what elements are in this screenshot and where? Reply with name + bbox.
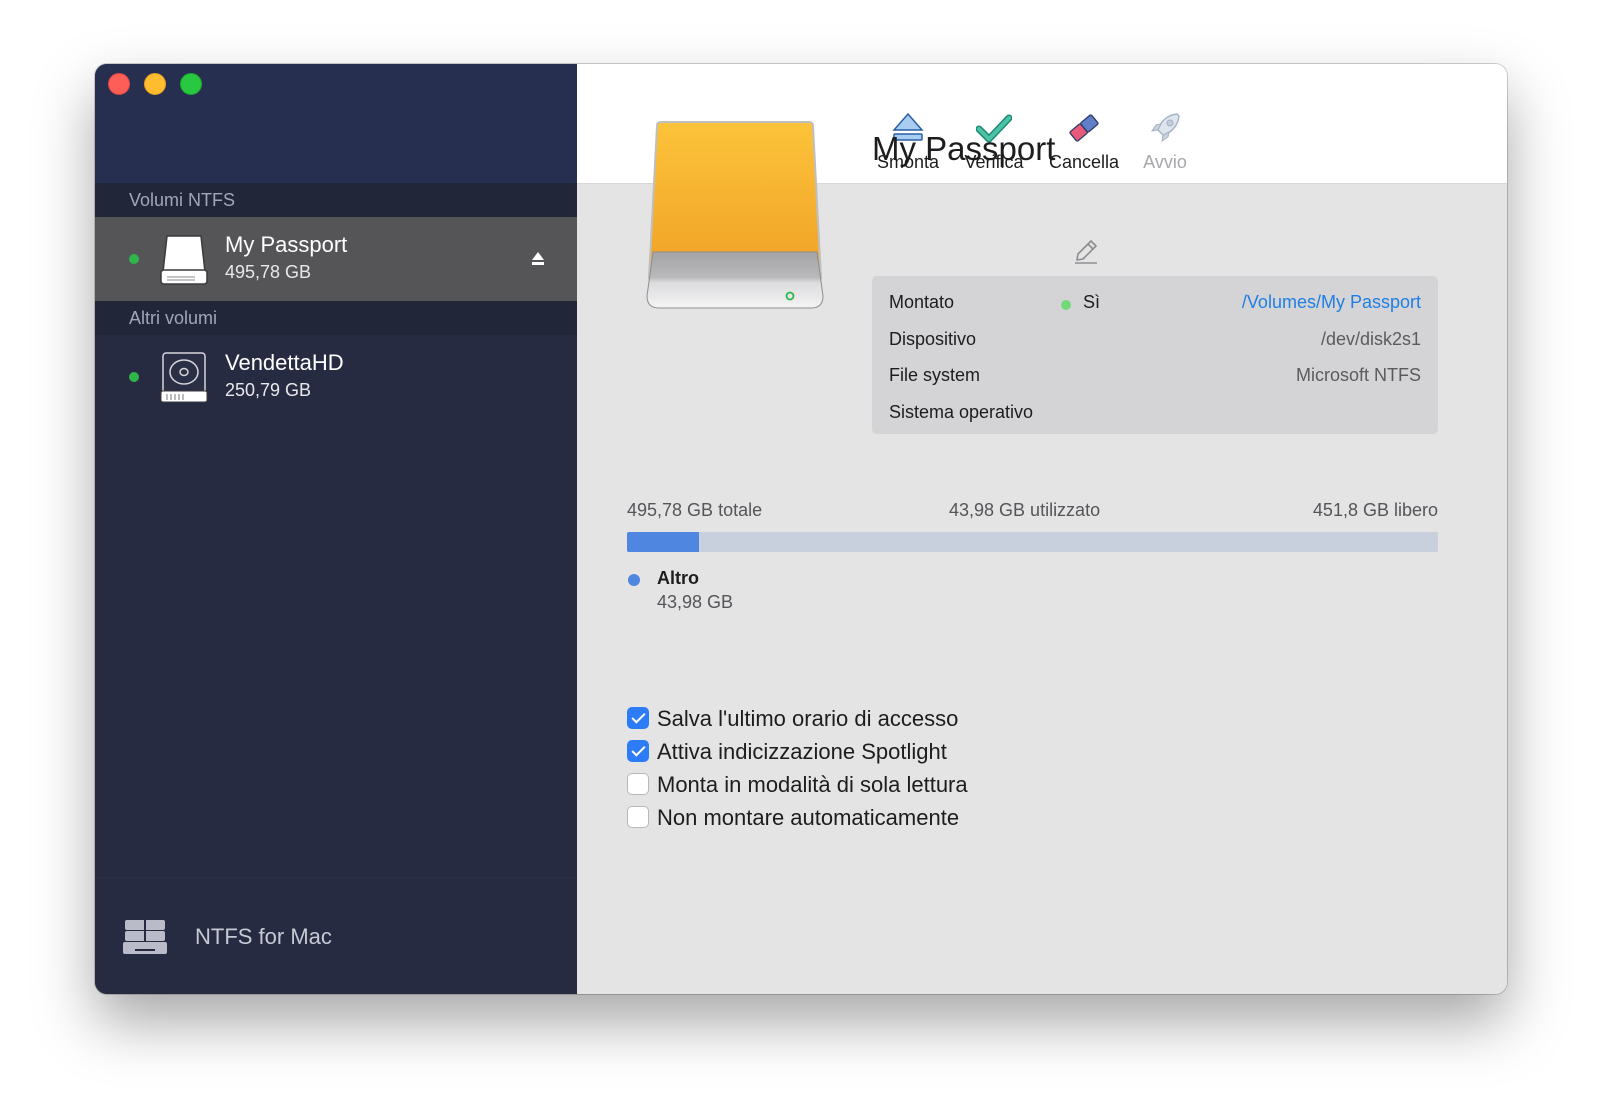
option-checkbox[interactable]	[627, 740, 649, 762]
usage-summary: 495,78 GB totale 43,98 GB utilizzato 451…	[627, 500, 1438, 524]
option-label: Salva l'ultimo orario di accesso	[657, 706, 959, 731]
sidebar-item-vendettahd[interactable]: VendettaHD 250,79 GB	[95, 335, 577, 419]
option-checkbox[interactable]	[627, 806, 649, 828]
section-header-ntfs: Volumi NTFS	[95, 183, 577, 217]
mounted-label: Montato	[889, 292, 955, 312]
sidebar-item-my-passport[interactable]: My Passport 495,78 GB	[95, 217, 577, 301]
launch-label: Avvio	[1143, 152, 1187, 172]
eraser-icon	[1069, 114, 1099, 142]
filesystem-label: File system	[889, 365, 981, 385]
info-row-device: Dispositivo /dev/disk2s1	[889, 325, 1421, 355]
app-window: Volumi NTFS My Passport 495,78 GB Altri …	[95, 64, 1507, 994]
option-label: Non montare automaticamente	[657, 805, 960, 830]
volume-text: My Passport 495,78 GB	[225, 231, 347, 285]
volume-info-panel: Montato Sì /Volumes/My Passport Disposit…	[872, 276, 1438, 434]
volume-title: My Passport	[872, 130, 1056, 167]
main-panel: Smonta Verifica Cancella Avvio My Passpo…	[577, 64, 1507, 994]
mounted-status-dot	[129, 372, 139, 382]
usage-bar-fill	[627, 532, 699, 552]
option-checkbox[interactable]	[627, 773, 649, 795]
eject-icon[interactable]	[531, 251, 545, 267]
maximize-window-button[interactable]	[180, 73, 202, 95]
volume-size: 250,79 GB	[225, 380, 312, 400]
rocket-icon	[1150, 113, 1180, 143]
mounted-status-dot	[129, 254, 139, 264]
pencil-icon[interactable]	[1071, 236, 1101, 266]
volume-size: 495,78 GB	[225, 262, 312, 282]
titlebar-sidebar	[95, 64, 577, 183]
minimize-window-button[interactable]	[144, 73, 166, 95]
volume-name: My Passport	[225, 232, 348, 257]
usage-bar	[627, 532, 1438, 552]
device-label: Dispositivo	[889, 329, 977, 349]
os-label: Sistema operativo	[889, 402, 1034, 422]
option-checkbox[interactable]	[627, 707, 649, 729]
volume-name: VendettaHD	[225, 350, 344, 375]
option-label: Monta in modalità di sola lettura	[657, 772, 968, 797]
sidebar-footer: NTFS for Mac	[95, 877, 577, 994]
mount-path-link[interactable]: /Volumes/My Passport	[1242, 292, 1421, 313]
mounted-value: Sì	[1083, 292, 1101, 312]
info-row-filesystem: File system Microsoft NTFS	[889, 361, 1421, 391]
mounted-status-dot	[1061, 300, 1071, 310]
ntfs-drives-icon	[123, 920, 167, 954]
legend-dot-other	[628, 574, 640, 586]
external-drive-illustration	[646, 121, 824, 309]
usage-used: 43,98 GB utilizzato	[949, 500, 1101, 520]
info-row-os: Sistema operativo	[889, 398, 1421, 428]
section-header-other: Altri volumi	[95, 301, 577, 335]
external-drive-icon	[160, 235, 208, 285]
option-label: Attiva indicizzazione Spotlight	[657, 739, 947, 764]
sidebar: Volumi NTFS My Passport 495,78 GB Altri …	[95, 64, 577, 994]
window-controls	[108, 73, 202, 95]
legend-value: 43,98 GB	[657, 592, 734, 612]
close-window-button[interactable]	[108, 73, 130, 95]
launch-button[interactable]: Avvio	[1120, 110, 1210, 173]
app-name: NTFS for Mac	[195, 924, 332, 949]
usage-total: 495,78 GB totale	[627, 500, 763, 520]
device-value: /dev/disk2s1	[1320, 329, 1421, 349]
volume-text: VendettaHD 250,79 GB	[225, 349, 344, 403]
internal-disk-icon	[160, 352, 208, 403]
usage-free: 451,8 GB libero	[1312, 500, 1438, 520]
info-row-mounted: Montato Sì /Volumes/My Passport	[889, 288, 1421, 318]
legend-name: Altro	[657, 568, 699, 588]
filesystem-value: Microsoft NTFS	[1295, 365, 1421, 385]
